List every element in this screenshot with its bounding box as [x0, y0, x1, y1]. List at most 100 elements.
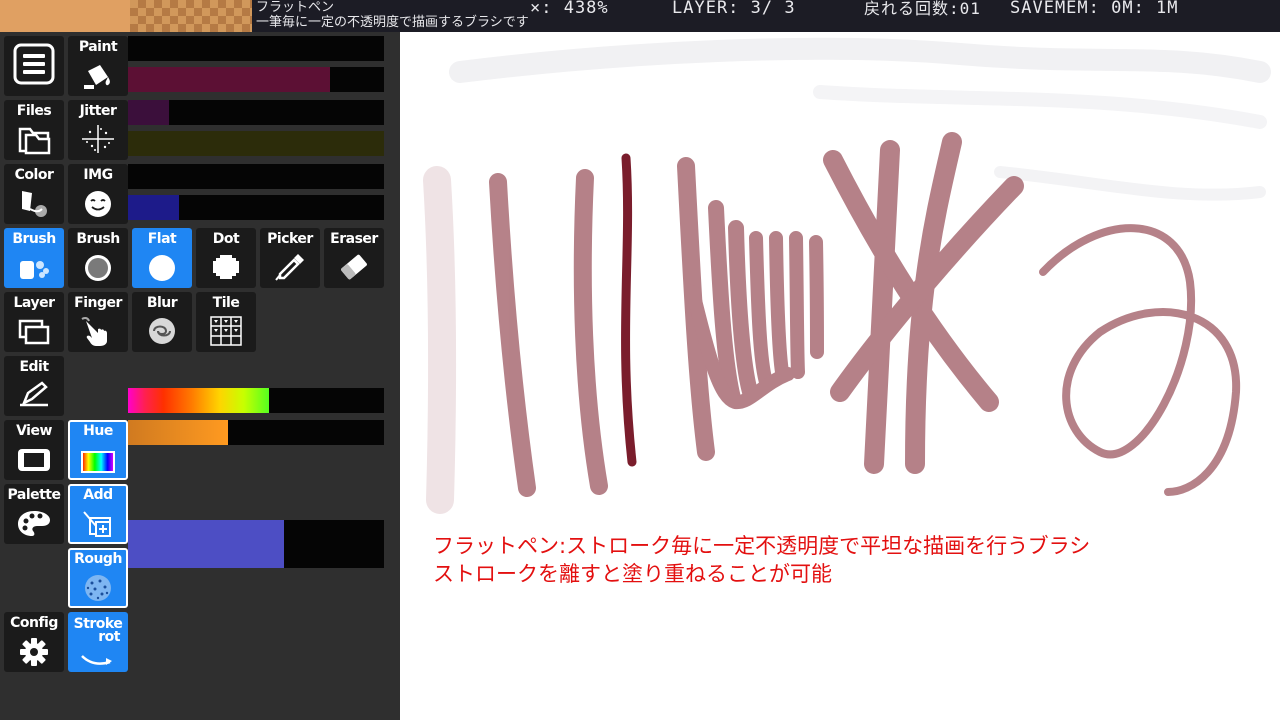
stroke-rot-label-2: rot	[98, 629, 120, 645]
add-layer-icon	[80, 508, 116, 540]
flat-button[interactable]: Flat	[132, 228, 192, 288]
paint-bucket-icon	[80, 59, 116, 91]
stroke-rot-button[interactable]: Stroke rot	[68, 612, 128, 672]
canvas-strokes	[423, 37, 1271, 514]
brush-category-button[interactable]: Brush	[4, 228, 64, 288]
save-memory: SAVEMEM: 0M: 1M	[1010, 0, 1179, 18]
hue-shift-fill	[128, 420, 228, 445]
hue-shift-slider[interactable]	[128, 420, 384, 445]
brush-button[interactable]: Brush	[68, 228, 128, 288]
eyedropper-icon	[272, 251, 308, 283]
picker-button[interactable]: Picker	[260, 228, 320, 288]
blur-swirl-icon	[144, 315, 180, 347]
jitter-amount-slider[interactable]	[128, 131, 384, 156]
paint-label: Paint	[78, 39, 118, 55]
rough-label: Rough	[74, 551, 122, 567]
img-slider[interactable]	[128, 164, 384, 189]
zoom-level: ×: 438%	[530, 0, 609, 18]
files-label: Files	[16, 103, 52, 119]
edit-pencil-icon	[16, 379, 52, 411]
game-console-icon	[16, 443, 52, 475]
hue-slider[interactable]	[128, 388, 384, 413]
caption-text: フラットペン:ストローク毎に一定不透明度で平坦な描画を行うブラシ ストロークを離…	[433, 532, 1090, 588]
view-button[interactable]: View	[4, 420, 64, 480]
solid-circle-icon	[144, 251, 180, 283]
pixel-circle-icon	[208, 251, 244, 283]
menu-button[interactable]	[4, 36, 64, 96]
tool-panel: Files Color Brush Layer Edit View Palett…	[0, 32, 400, 720]
flat-label: Flat	[147, 231, 177, 247]
palette-icon	[16, 507, 52, 539]
hue-spectrum-icon	[80, 449, 116, 475]
jitter-label: Jitter	[79, 103, 117, 119]
files-button[interactable]: Files	[4, 100, 64, 160]
background-color-swatch[interactable]	[130, 0, 252, 32]
smiley-face-icon	[80, 187, 116, 219]
img-amount-slider[interactable]	[128, 195, 384, 220]
gear-icon	[16, 635, 52, 667]
opacity-slider[interactable]	[128, 67, 384, 92]
hamburger-icon	[12, 42, 56, 86]
config-button[interactable]: Config	[4, 612, 64, 672]
paint-button[interactable]: Paint	[68, 36, 128, 96]
blur-button[interactable]: Blur	[132, 292, 192, 352]
jitter-slider[interactable]	[128, 100, 384, 125]
edit-button[interactable]: Edit	[4, 356, 64, 416]
rough-fill	[128, 520, 285, 568]
scatter-crosshair-icon	[80, 123, 116, 155]
config-label: Config	[10, 615, 58, 631]
img-button[interactable]: IMG	[68, 164, 128, 224]
blur-label: Blur	[146, 295, 178, 311]
rough-slider[interactable]	[128, 520, 384, 568]
tile-grid-icon	[208, 315, 244, 347]
layer-counter: LAYER: 3/ 3	[672, 0, 796, 18]
hand-pointer-icon	[80, 315, 116, 347]
caption-line-1: フラットペン:ストローク毎に一定不透明度で平坦な描画を行うブラシ	[433, 534, 1091, 558]
soft-circle-icon	[80, 251, 116, 283]
dot-label: Dot	[212, 231, 240, 247]
finger-label: Finger	[74, 295, 122, 311]
tile-button[interactable]: Tile	[196, 292, 256, 352]
img-label: IMG	[83, 167, 113, 183]
hue-fill	[128, 388, 269, 413]
jitter-fill	[128, 100, 169, 125]
img-amount-fill	[128, 195, 180, 220]
jitter-button[interactable]: Jitter	[68, 100, 128, 160]
color-label: Color	[14, 167, 54, 183]
add-label: Add	[83, 487, 113, 503]
picker-label: Picker	[267, 231, 313, 247]
eraser-button[interactable]: Eraser	[324, 228, 384, 288]
add-button[interactable]: Add	[68, 484, 128, 544]
jitter-amount-fill	[128, 131, 384, 156]
hue-button[interactable]: Hue	[68, 420, 128, 480]
layers-icon	[16, 315, 52, 347]
brush-description: 一筆毎に一定の不透明度で描画するブラシです	[256, 15, 529, 30]
layer-label: Layer	[13, 295, 55, 311]
rough-button[interactable]: Rough	[68, 548, 128, 608]
undo-count: 戻れる回数:01	[864, 0, 981, 18]
color-button[interactable]: Color	[4, 164, 64, 224]
edit-label: Edit	[19, 359, 49, 375]
view-label: View	[16, 423, 52, 439]
brush-category-label: Brush	[12, 231, 56, 247]
foreground-color-swatch[interactable]	[0, 0, 130, 32]
folder-icon	[16, 123, 52, 155]
palette-button[interactable]: Palette	[4, 484, 64, 544]
drawing-canvas[interactable]: フラットペン:ストローク毎に一定不透明度で平坦な描画を行うブラシ ストロークを離…	[400, 32, 1280, 720]
brush-name: フラットペン	[256, 0, 335, 15]
layer-button[interactable]: Layer	[4, 292, 64, 352]
caption-line-2: ストロークを離すと塗り重ねることが可能	[433, 562, 832, 586]
hue-label: Hue	[83, 423, 113, 439]
dot-button[interactable]: Dot	[196, 228, 256, 288]
finger-button[interactable]: Finger	[68, 292, 128, 352]
eraser-label: Eraser	[330, 231, 378, 247]
brush-size-slider[interactable]	[128, 36, 384, 61]
opacity-fill	[128, 67, 331, 92]
status-bar: フラットペン 一筆毎に一定の不透明度で描画するブラシです ×: 438% LAY…	[0, 0, 1280, 32]
brush-label: Brush	[76, 231, 120, 247]
palette-label: Palette	[7, 487, 61, 503]
tile-label: Tile	[212, 295, 240, 311]
rough-texture-icon	[80, 572, 116, 604]
eraser-icon	[336, 251, 372, 283]
airbrush-icon	[16, 251, 52, 283]
